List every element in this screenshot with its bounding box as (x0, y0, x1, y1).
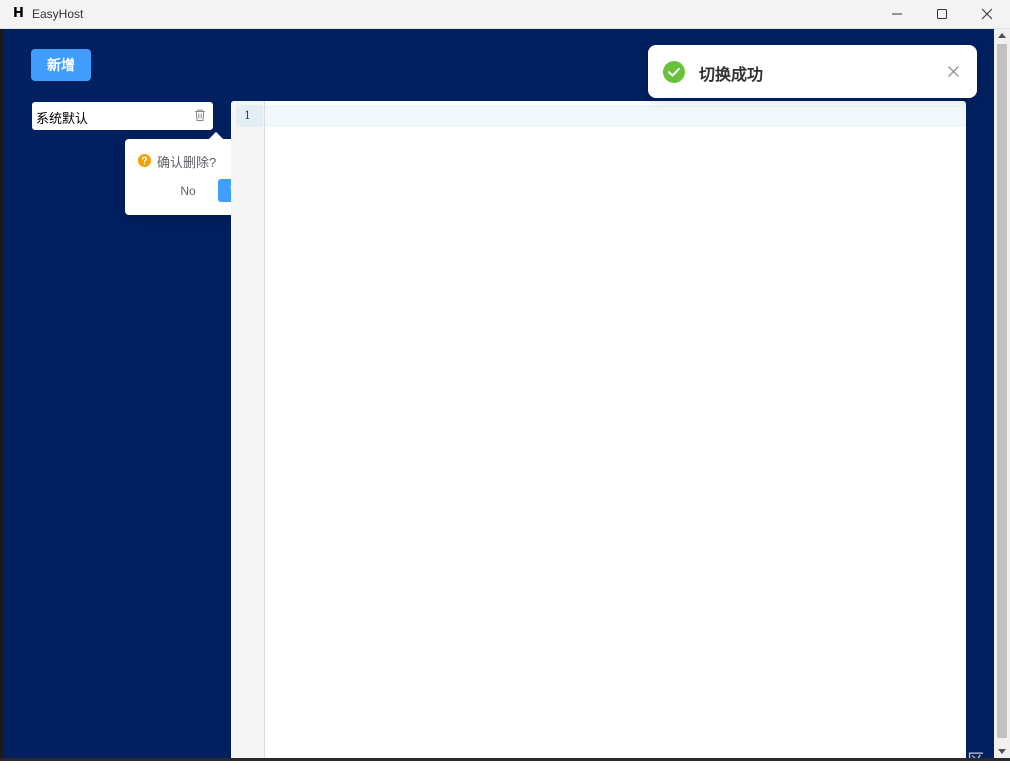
close-window-button[interactable] (964, 0, 1010, 29)
popconfirm-cancel-button[interactable]: No (166, 179, 210, 202)
line-number: 1 (244, 109, 251, 122)
active-line-highlight (231, 105, 966, 127)
editor-gutter (231, 101, 265, 759)
minimize-icon (892, 13, 902, 15)
success-notification: 切换成功 (648, 45, 977, 98)
add-host-button[interactable]: 新增 (31, 49, 91, 81)
question-circle-icon (138, 154, 151, 167)
host-item-label: 系统默认 (36, 111, 89, 126)
scroll-down-arrow-icon[interactable] (998, 749, 1006, 755)
popconfirm-title: 确认删除? (157, 155, 217, 170)
close-notification-icon[interactable] (948, 66, 959, 77)
vertical-scrollbar[interactable] (994, 29, 1010, 758)
trash-icon[interactable] (193, 108, 207, 122)
app-main: 新增 系统默认 确认删除? No Yes 1 @稀土掘金技术社区 (3, 29, 994, 770)
close-icon (981, 8, 993, 20)
check-circle-icon (663, 61, 685, 83)
maximize-icon (937, 9, 947, 19)
title-bar: H EasyHost (0, 0, 1010, 29)
app-logo-icon: H (13, 6, 24, 21)
popconfirm-arrow (208, 131, 224, 147)
scrollbar-thumb[interactable] (997, 44, 1007, 738)
window-title: EasyHost (32, 7, 84, 21)
host-list-item[interactable]: 系统默认 (32, 102, 213, 130)
maximize-button[interactable] (919, 0, 965, 29)
scroll-up-arrow-icon[interactable] (998, 32, 1006, 38)
notification-message: 切换成功 (699, 67, 764, 84)
minimize-button[interactable] (874, 0, 920, 29)
hosts-editor[interactable]: 1 (231, 101, 966, 759)
